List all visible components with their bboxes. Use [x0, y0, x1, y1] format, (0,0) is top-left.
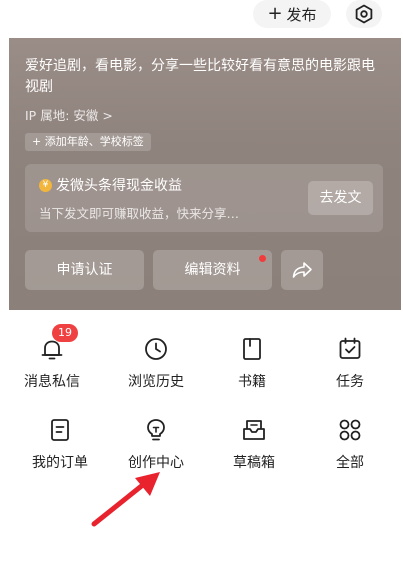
share-button[interactable] — [281, 250, 323, 290]
grid-item-tasks[interactable]: 任务 — [300, 336, 400, 391]
coin-icon: ¥ — [39, 179, 52, 192]
draft-box-icon — [243, 420, 265, 440]
top-bar: + 发布 — [0, 0, 403, 38]
grid-label: 浏览历史 — [128, 374, 184, 390]
apply-verification-button[interactable]: 申请认证 — [25, 250, 144, 290]
add-tags-label: 添加年龄、学校标签 — [44, 135, 144, 148]
profile-bio: 爱好追剧，看电影，分享一些比较好看有意思的电影跟电视剧 — [25, 58, 375, 95]
grid-item-messages[interactable]: 19 消息私信 — [2, 324, 102, 391]
edit-profile-button[interactable]: 编辑资料 — [153, 250, 272, 290]
grid-item-orders[interactable]: 我的订单 — [10, 417, 110, 472]
hexagon-gear-icon — [355, 4, 373, 24]
publish-button[interactable]: + 发布 — [253, 0, 331, 28]
post-article-button[interactable]: 去发文 — [308, 181, 373, 215]
grid-item-history[interactable]: 浏览历史 — [106, 336, 206, 391]
profile-header: 爱好追剧，看电影，分享一些比较好看有意思的电影跟电视剧 IP 属地: 安徽 > … — [9, 38, 401, 310]
add-tags-button[interactable]: + 添加年龄、学校标签 — [25, 133, 151, 151]
settings-button[interactable] — [346, 0, 382, 28]
earnings-title: 发微头条得现金收益 — [56, 178, 182, 194]
share-arrow-icon — [292, 262, 312, 278]
order-list-icon — [51, 419, 69, 441]
publish-label: 发布 — [286, 5, 317, 24]
calendar-check-icon — [339, 337, 361, 359]
book-icon — [243, 338, 261, 360]
notification-dot — [259, 255, 266, 262]
lightbulb-icon — [147, 419, 165, 441]
grid-item-all[interactable]: 全部 — [300, 417, 400, 472]
grid-label: 草稿箱 — [233, 455, 275, 471]
grid-item-drafts[interactable]: 草稿箱 — [204, 417, 304, 472]
ip-location[interactable]: IP 属地: 安徽 > — [25, 105, 113, 124]
plus-icon: + — [267, 3, 283, 24]
grid-item-creator-center[interactable]: 创作中心 — [106, 417, 206, 472]
clock-icon — [145, 338, 167, 360]
grid-label: 创作中心 — [128, 455, 184, 471]
grid-icon — [339, 419, 361, 441]
plus-icon: + — [32, 135, 45, 148]
edit-profile-label: 编辑资料 — [184, 262, 241, 278]
unread-badge: 19 — [52, 324, 78, 342]
grid-item-books[interactable]: 书籍 — [202, 336, 302, 391]
red-annotation-arrow-icon — [91, 472, 160, 527]
grid-label: 书籍 — [238, 374, 266, 390]
grid-label: 消息私信 — [24, 374, 80, 390]
earnings-subtitle: 当下发文即可赚取收益，快来分享… — [39, 206, 240, 221]
grid-label: 全部 — [336, 455, 364, 471]
grid-label: 我的订单 — [32, 455, 88, 471]
earnings-card[interactable]: ¥ 发微头条得现金收益 当下发文即可赚取收益，快来分享… 去发文 — [25, 164, 383, 232]
grid-label: 任务 — [336, 374, 364, 390]
